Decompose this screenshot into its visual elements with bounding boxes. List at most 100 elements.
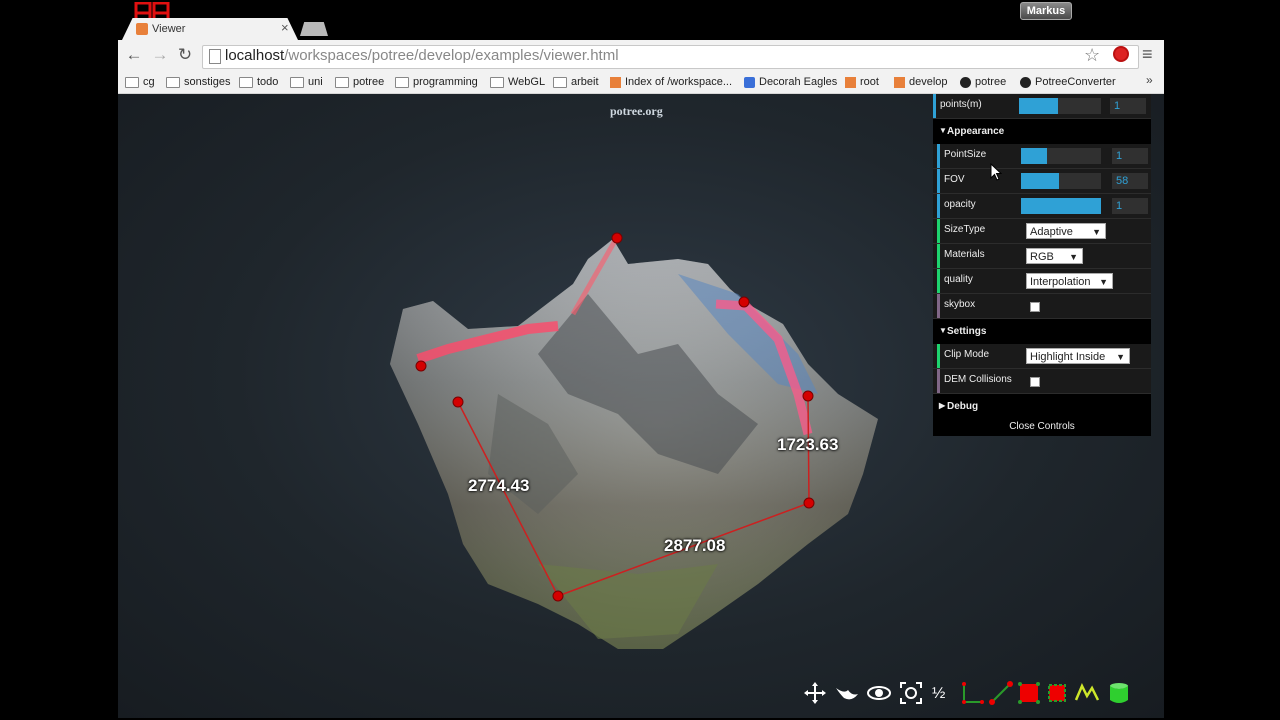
materials-label: Materials [944,249,985,260]
bookmark-item[interactable]: todo [239,74,278,90]
folder-title: Appearance [947,126,1005,137]
pointsize-value[interactable]: 1 [1112,148,1148,164]
page-icon [845,76,856,88]
fov-row: FOV 58 [933,169,1151,194]
distance-measure-icon[interactable] [988,680,1014,706]
bookmark-item[interactable]: arbeit [553,74,599,90]
materials-select[interactable]: RGB ▼ [1026,248,1083,264]
angle-measure-icon[interactable] [960,680,986,706]
dropdown-arrow-icon: ▼ [1069,252,1078,262]
points-label: points(m) [940,99,982,110]
measurement-marker[interactable] [803,497,815,509]
bookmark-label: potree [975,76,1007,88]
measurement-marker[interactable] [415,360,427,372]
forward-button[interactable]: → [149,44,171,66]
points-slider[interactable] [1019,98,1101,114]
close-controls-button[interactable]: Close Controls [933,418,1151,436]
slider-fill [1021,198,1101,214]
bookmark-item[interactable]: Decorah Eagles [744,74,837,90]
measurement-marker[interactable] [738,296,750,308]
orbit-icon[interactable] [866,680,892,706]
bookmark-item[interactable]: programming [395,74,478,90]
bookmarks-more-button[interactable]: » [1146,73,1153,87]
bookmark-item[interactable]: WebGL [490,74,545,90]
bookmark-item[interactable]: potree [960,74,1006,90]
dropdown-arrow-icon: ▼ [1099,277,1108,287]
measurement-marker[interactable] [552,590,564,602]
bookmark-item[interactable]: root [845,74,879,90]
pointsize-slider[interactable] [1021,148,1101,164]
bookmark-label: root [860,76,879,88]
reload-button[interactable]: ↻ [174,44,196,66]
focus-icon[interactable] [898,680,924,706]
measurement-marker[interactable] [452,396,464,408]
row-accent [937,294,940,318]
new-tab-button[interactable] [300,22,328,36]
height-profile-icon[interactable] [1074,680,1100,706]
fly-icon[interactable] [834,680,860,706]
point-measure-icon[interactable] [1016,680,1042,706]
opacity-row: opacity 1 [933,194,1151,219]
opacity-value[interactable]: 1 [1112,198,1148,214]
quality-select[interactable]: Interpolation ▼ [1026,273,1113,289]
half-icon[interactable]: ½ [930,680,956,706]
sizetype-select[interactable]: Adaptive ▼ [1026,223,1106,239]
tab-viewer[interactable] [122,18,298,40]
debug-folder[interactable]: ▶ Debug [933,394,1151,419]
tab-close-icon[interactable]: × [281,20,289,35]
extension-icon[interactable] [1113,46,1129,62]
bookmark-label: uni [308,76,323,88]
pointsize-label: PointSize [944,149,987,160]
dropdown-arrow-icon: ▼ [1116,352,1125,362]
dem-collisions-row: DEM Collisions [933,369,1151,394]
bookmark-item[interactable]: cg [125,74,155,90]
volume-icon[interactable] [1106,680,1132,706]
fov-slider[interactable] [1021,173,1101,189]
svg-text:½: ½ [932,685,945,702]
row-accent [933,94,936,118]
bookmark-label: cg [143,76,155,88]
fov-label: FOV [944,174,965,185]
move-icon[interactable] [802,680,828,706]
measurement-marker[interactable] [802,390,814,402]
back-button[interactable]: ← [123,44,145,66]
folder-icon [490,76,504,88]
quality-label: quality [944,274,973,285]
select-value: Adaptive [1030,226,1073,238]
points-value[interactable]: 1 [1110,98,1146,114]
page-icon [209,49,221,64]
bookmark-label: programming [413,76,478,88]
bookmark-star-icon[interactable]: ☆ [1084,45,1100,66]
row-accent [937,269,940,293]
bookmark-label: sonstiges [184,76,231,88]
skybox-row: skybox [933,294,1151,319]
url-text[interactable]: localhost/workspaces/potree/develop/exam… [225,47,619,64]
fov-value[interactable]: 58 [1112,173,1148,189]
bookmark-item[interactable]: uni [290,74,323,90]
bookmark-label: potree [353,76,385,88]
caret-right-icon: ▶ [939,401,946,410]
bookmark-label: todo [257,76,279,88]
bookmark-item[interactable]: PotreeConverter [1020,74,1116,90]
pointsize-row: PointSize 1 [933,144,1151,169]
mouse-cursor-icon [990,163,1002,181]
skybox-checkbox[interactable] [1030,302,1040,312]
measurement-marker[interactable] [611,232,623,244]
appearance-folder[interactable]: ▼ Appearance [933,119,1151,144]
area-measure-icon[interactable] [1044,680,1070,706]
bookmark-label: WebGL [508,76,546,88]
folder-icon [166,76,180,88]
settings-folder[interactable]: ▼ Settings [933,319,1151,344]
opacity-slider[interactable] [1021,198,1101,214]
row-accent [937,219,940,243]
bookmark-item[interactable]: Index of /workspace... [610,74,732,90]
user-profile-badge[interactable]: Markus [1020,2,1072,20]
clipmode-select[interactable]: Highlight Inside ▼ [1026,348,1130,364]
bookmark-item[interactable]: develop [894,74,948,90]
measurement-label: 2877.08 [664,536,726,555]
dem-collisions-checkbox[interactable] [1030,377,1040,387]
browser-menu-icon[interactable]: ≡ [1142,44,1153,65]
bookmark-item[interactable]: sonstiges [166,74,230,90]
dem-collisions-label: DEM Collisions [944,374,1012,385]
bookmark-item[interactable]: potree [335,74,384,90]
